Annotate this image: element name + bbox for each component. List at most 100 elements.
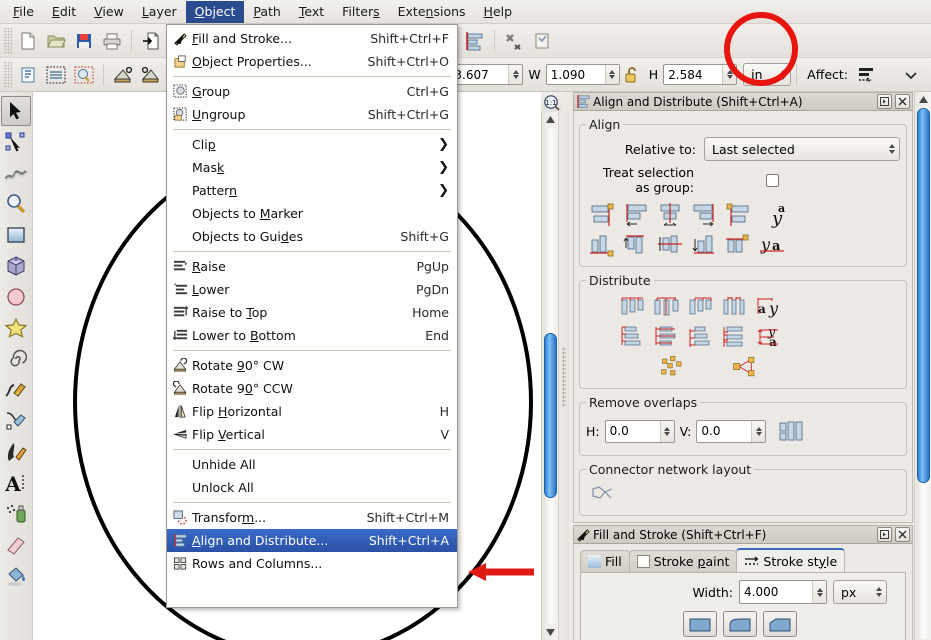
align-left-edge-to-right-anchor-icon[interactable] [723,200,755,230]
menu-item-clip[interactable]: Clip ❯ [167,133,457,156]
lock-open-icon[interactable] [620,61,644,89]
panel-splitter[interactable] [559,112,569,640]
scroll-down-arrow-icon[interactable] [542,625,558,640]
overlap-h-stepper[interactable] [659,420,674,442]
stroke-width-field[interactable]: 4.000 [739,580,827,604]
distribute-top-edges-icon[interactable] [618,322,650,352]
join-miter-icon[interactable] [683,611,717,637]
menu-item-raise-to-top[interactable]: Raise to Top Home [167,301,457,324]
text-baseline-horizontal-icon[interactable]: ya [757,230,789,260]
menu-file[interactable]: File [4,1,43,23]
menu-item-unhide-all[interactable]: Unhide All [167,453,457,476]
menu-text[interactable]: Text [290,1,333,23]
align-top-edge-to-bottom-anchor-icon[interactable] [723,230,755,260]
width-stepper[interactable] [604,65,619,84]
preferences-icon[interactable] [500,27,528,55]
menu-item-mask[interactable]: Mask ❯ [167,156,457,179]
scrollbar-trough[interactable] [543,128,557,624]
menu-item-raise[interactable]: Raise PgUp [167,255,457,278]
join-round-icon[interactable] [723,611,757,637]
stroke-width-stepper[interactable] [812,581,826,603]
unclump-objects-icon[interactable] [730,352,762,382]
menu-item-flip-horizontal[interactable]: Flip Horizontal H [167,400,457,423]
tab-stroke-paint[interactable]: Stroke paint [628,550,738,572]
menu-item-object-properties[interactable]: Object Properties... Shift+Ctrl+O [167,50,457,73]
width-field[interactable]: 1.090 [545,64,620,85]
menu-item-objects-to-marker[interactable]: Objects to Marker [167,202,457,225]
close-icon[interactable] [895,527,910,542]
menu-item-unlock-all[interactable]: Unlock All [167,476,457,499]
toolbar-grip[interactable] [3,27,12,54]
node-tool[interactable] [1,127,31,157]
canvas-vertical-scrollbar[interactable] [541,112,559,640]
snap-node-icon[interactable] [109,61,137,89]
align-distribute-icon[interactable] [461,27,489,55]
overlap-h-field[interactable]: 0.0 [604,419,675,443]
eraser-tool[interactable] [1,530,31,560]
calligraphy-tool[interactable] [1,437,31,467]
menu-filters[interactable]: Filters [333,1,388,23]
scrollbar-thumb[interactable] [916,108,930,483]
menu-item-align-and-distribute[interactable]: Align and Distribute... Shift+Ctrl+A [167,529,457,552]
menu-path[interactable]: Path [244,1,289,23]
dock-vertical-scrollbar[interactable] [914,92,931,640]
align-top-edges-icon[interactable] [621,230,653,260]
menu-item-fill-and-stroke[interactable]: Fill and Stroke... Shift+Ctrl+F [167,27,457,50]
menu-item-rotate-90-cw[interactable]: Rotate 90° CW [167,354,457,377]
x-stepper[interactable] [508,65,523,84]
menu-item-lower[interactable]: Lower PgDn [167,278,457,301]
distribute-gaps-horizontally-icon[interactable] [720,292,752,322]
spiral-tool[interactable] [1,344,31,374]
connector-network-icon[interactable] [586,480,618,510]
scroll-up-arrow-icon[interactable] [915,92,931,107]
ellipse-tool[interactable] [1,282,31,312]
spray-tool[interactable] [1,499,31,529]
distribute-bottom-edges-icon[interactable] [686,322,718,352]
menu-item-transform[interactable]: Transform... Shift+Ctrl+M [167,506,457,529]
paint-bucket-tool[interactable] [1,561,31,591]
menu-item-rotate-90-ccw[interactable]: Rotate 90° CCW [167,377,457,400]
save-document-icon[interactable] [70,27,98,55]
units-dropdown[interactable]: in [743,63,792,86]
overlap-v-stepper[interactable] [751,420,766,442]
relative-to-dropdown[interactable]: Last selected [704,137,900,161]
selector-tool[interactable] [1,96,31,126]
menu-item-lower-to-bottom[interactable]: Lower to Bottom End [167,324,457,347]
remove-overlaps-icon[interactable] [775,416,807,446]
snap-bounding-box-icon[interactable] [42,61,70,89]
import-icon[interactable] [137,27,165,55]
star-tool[interactable] [1,313,31,343]
menu-item-objects-to-guides[interactable]: Objects to Guides Shift+G [167,225,457,248]
distribute-centers-vertically-icon[interactable] [652,322,684,352]
text-anchor-vertical-icon[interactable]: ya [757,200,789,230]
menu-view[interactable]: View [85,1,133,23]
align-bottom-edges-icon[interactable] [689,230,721,260]
text-tool[interactable]: A [1,468,31,498]
distribute-gaps-vertically-icon[interactable] [720,322,752,352]
align-left-edges-icon[interactable] [621,200,653,230]
x-coordinate-field[interactable]: 3.607 [449,64,524,85]
menu-extensions[interactable]: Extensions [389,1,475,23]
enable-snapping-icon[interactable] [14,61,42,89]
align-right-edge-to-left-anchor-icon[interactable] [587,200,619,230]
toolbar-grip[interactable] [3,61,12,88]
menu-item-rows-and-columns[interactable]: Rows and Columns... [167,552,457,575]
snap-path-icon[interactable] [137,61,165,89]
chevron-down-icon[interactable] [897,61,925,89]
menu-edit[interactable]: Edit [43,1,85,23]
snap-bbox-edge-icon[interactable] [70,61,98,89]
zoom-tool[interactable] [1,189,31,219]
scrollbar-thumb[interactable] [543,333,557,498]
pencil-tool[interactable] [1,375,31,405]
document-properties-icon[interactable] [528,27,556,55]
menu-item-group[interactable]: Group Ctrl+G [167,80,457,103]
center-on-horizontal-axis-icon[interactable] [655,230,687,260]
zoom-indicator[interactable]: 1:1 [541,92,563,114]
distribute-left-edges-icon[interactable] [618,292,650,322]
scroll-up-arrow-icon[interactable] [542,112,558,127]
menu-object[interactable]: Object [185,0,245,23]
rectangle-tool[interactable] [1,220,31,250]
menu-item-pattern[interactable]: Pattern ❯ [167,179,457,202]
menu-item-ungroup[interactable]: Ungroup Shift+Ctrl+G [167,103,457,126]
scrollbar-trough[interactable] [916,108,930,639]
